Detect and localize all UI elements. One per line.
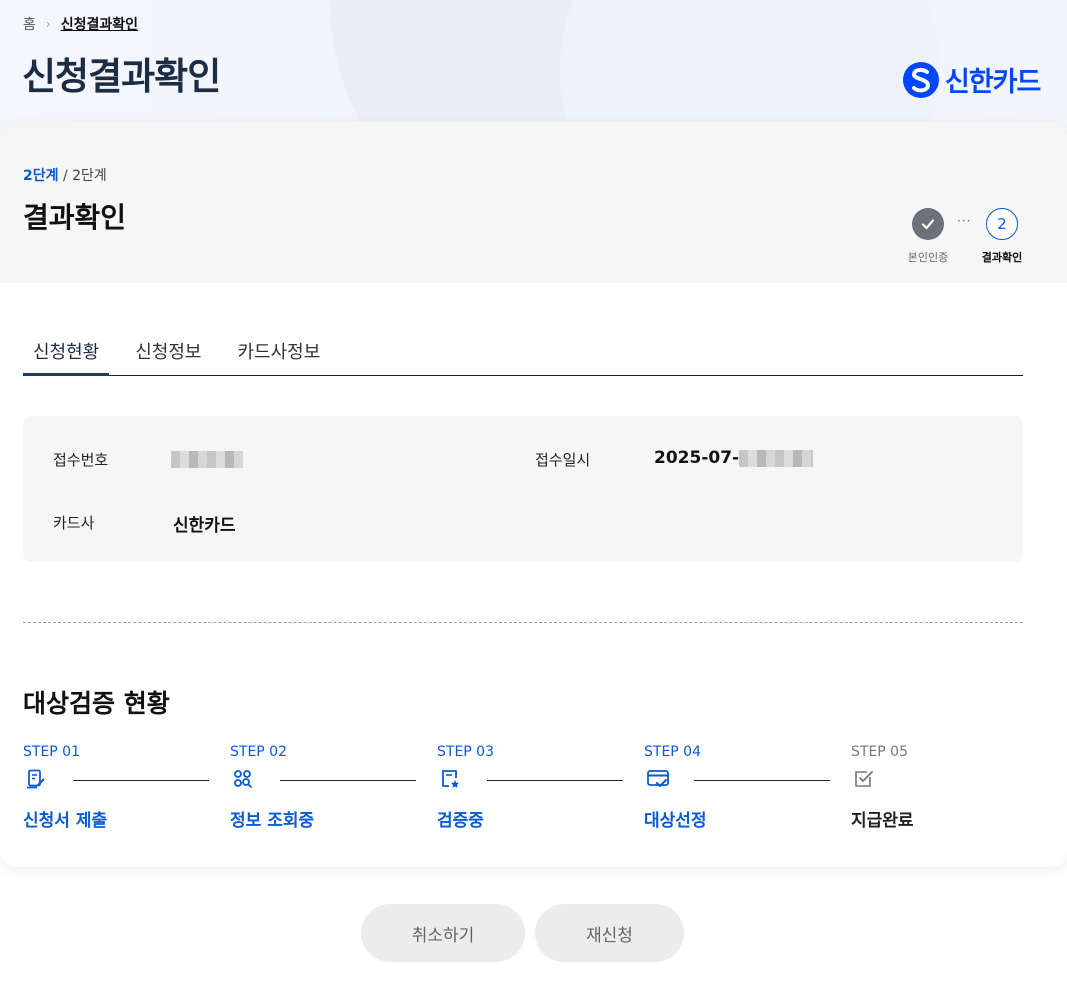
document-star-icon (439, 768, 463, 792)
progress-indicator: ··· 2 본인인증 결과확인 (900, 208, 1040, 268)
breadcrumb-home[interactable]: 홈 (23, 14, 36, 34)
total-step: / 2단계 (62, 168, 107, 184)
step-number: STEP 05 (851, 744, 908, 760)
verification-step-4: STEP 04 대상선정 (644, 744, 851, 834)
progress-label-1: 본인인증 (907, 251, 949, 264)
checkbox-icon (853, 768, 877, 792)
step-number: STEP 04 (644, 744, 701, 760)
receipt-date-prefix: 2025-07- (654, 448, 740, 468)
step-number: STEP 03 (437, 744, 494, 760)
card-company-label: 카드사 (53, 514, 95, 532)
search-people-icon (232, 768, 256, 792)
receipt-date-value: 2025-07- (654, 448, 814, 468)
verification-step-1: STEP 01 신청서 제출 (23, 744, 230, 834)
step-name: 신청서 제출 (23, 811, 108, 831)
progress-step-2: 2 (986, 208, 1018, 240)
card-company-value: 신한카드 (173, 516, 236, 536)
progress-label-2: 결과확인 (981, 251, 1023, 264)
chevron-right-icon: › (45, 17, 51, 31)
page-title: 신청결과확인 (22, 55, 221, 98)
check-icon (912, 208, 944, 240)
step-name: 지급완료 (851, 811, 914, 831)
receipt-date-label: 접수일시 (535, 451, 591, 469)
tab-bar: 신청현황 신청정보 카드사정보 (23, 330, 1023, 376)
verification-step-3: STEP 03 검증중 (437, 744, 644, 834)
step-connector (73, 780, 209, 781)
step-number: STEP 02 (230, 744, 287, 760)
step-name: 대상선정 (644, 811, 707, 831)
verification-step-5: STEP 05 지급완료 (851, 744, 1058, 834)
masked-receipt-no (171, 450, 243, 468)
shinhan-card-logo: 신한카드 (903, 60, 1041, 99)
reapply-button[interactable]: 재신청 (535, 904, 684, 962)
breadcrumb: 홈 › 신청결과확인 (23, 14, 138, 34)
step-name: 검증중 (437, 811, 484, 831)
receipt-info-box: 접수번호 접수일시 2025-07- 카드사 신한카드 (23, 416, 1023, 562)
step-connector (280, 780, 416, 781)
step-connector (487, 780, 623, 781)
divider (23, 622, 1023, 623)
step-label: 2단계 / 2단계 (23, 165, 107, 185)
progress-dots: ··· (957, 214, 972, 228)
card-header: 2단계 / 2단계 결과확인 ··· 2 본인인증 결과확인 (0, 122, 1067, 282)
verification-step-2: STEP 02 정보 조회중 (230, 744, 437, 834)
step-name: 정보 조회중 (230, 811, 315, 831)
card-title: 결과확인 (23, 201, 127, 234)
tab-card-company-info[interactable]: 카드사정보 (228, 330, 331, 376)
logo-text: 신한카드 (945, 67, 1041, 98)
card-check-icon (646, 768, 670, 792)
step-connector (694, 780, 830, 781)
tab-application-status[interactable]: 신청현황 (23, 330, 110, 376)
document-edit-icon (25, 768, 49, 792)
page-header: 홈 › 신청결과확인 신청결과확인 신한카드 (0, 0, 1067, 135)
cancel-button[interactable]: 취소하기 (361, 904, 525, 962)
step-number: STEP 01 (23, 744, 80, 760)
page: 홈 › 신청결과확인 신청결과확인 신한카드 2단계 / 2단계 결과확인 ··… (0, 0, 1067, 981)
tab-application-info[interactable]: 신청정보 (125, 330, 211, 376)
masked-receipt-date (739, 449, 814, 467)
breadcrumb-current[interactable]: 신청결과확인 (61, 14, 138, 34)
shinhan-logo-icon (903, 61, 939, 98)
receipt-no-value (171, 449, 243, 469)
receipt-no-label: 접수번호 (53, 451, 109, 469)
current-step: 2단계 (23, 168, 59, 184)
verification-title: 대상검증 현황 (23, 689, 170, 718)
